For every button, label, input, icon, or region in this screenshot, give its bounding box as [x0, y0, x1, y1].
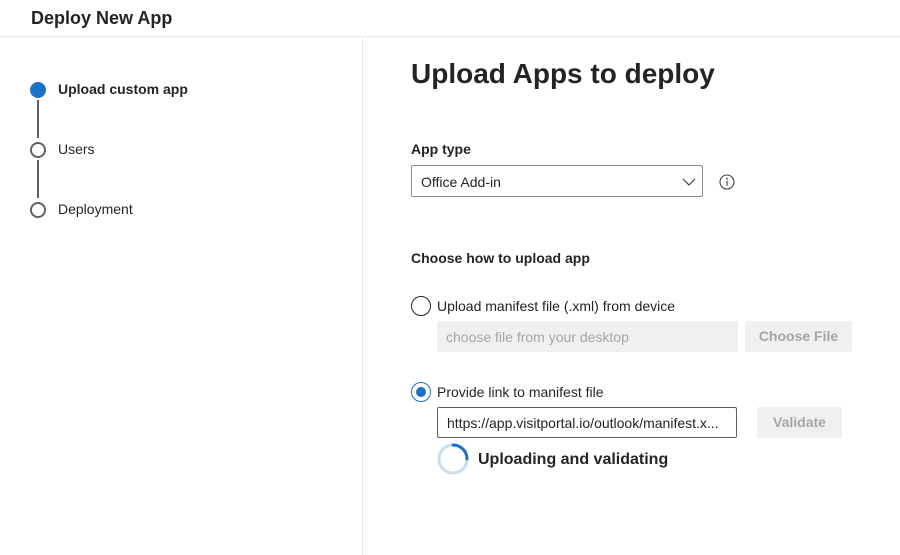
- header-title: Deploy New App: [31, 8, 173, 28]
- step-upload-custom-app[interactable]: Upload custom app: [30, 80, 188, 100]
- step-connector: [37, 160, 39, 198]
- step-active-dot-icon: [30, 82, 46, 98]
- panel-divider: [362, 38, 363, 555]
- app-header: Deploy New App: [0, 0, 900, 37]
- radio-label: Upload manifest file (.xml) from device: [437, 298, 676, 314]
- file-path-input[interactable]: [437, 321, 738, 352]
- radio-label: Provide link to manifest file: [437, 384, 604, 400]
- step-label: Deployment: [58, 201, 133, 217]
- choose-file-button[interactable]: Choose File: [745, 321, 852, 352]
- step-pending-dot-icon: [30, 142, 46, 158]
- step-label: Users: [58, 141, 95, 157]
- step-deployment[interactable]: Deployment: [30, 200, 133, 220]
- step-label: Upload custom app: [58, 81, 188, 97]
- app-type-dropdown[interactable]: Office Add-in: [411, 165, 703, 197]
- radio-provide-link[interactable]: Provide link to manifest file: [411, 382, 604, 402]
- upload-method-label: Choose how to upload app: [411, 250, 590, 266]
- radio-checked-icon[interactable]: [411, 382, 431, 402]
- app-type-selected-value: Office Add-in: [421, 174, 501, 190]
- spinner-icon: [437, 443, 469, 475]
- validate-button[interactable]: Validate: [757, 407, 842, 438]
- radio-upload-file[interactable]: Upload manifest file (.xml) from device: [411, 296, 675, 316]
- radio-unchecked-icon[interactable]: [411, 296, 431, 316]
- upload-status-text: Uploading and validating: [478, 451, 669, 468]
- app-type-label: App type: [411, 141, 471, 157]
- step-users[interactable]: Users: [30, 140, 95, 160]
- step-connector: [37, 100, 39, 138]
- info-icon[interactable]: [719, 174, 735, 190]
- page-title: Upload Apps to deploy: [411, 58, 715, 89]
- step-pending-dot-icon: [30, 202, 46, 218]
- chevron-down-icon: [682, 178, 696, 186]
- manifest-url-input[interactable]: https://app.visitportal.io/outlook/manif…: [437, 407, 737, 438]
